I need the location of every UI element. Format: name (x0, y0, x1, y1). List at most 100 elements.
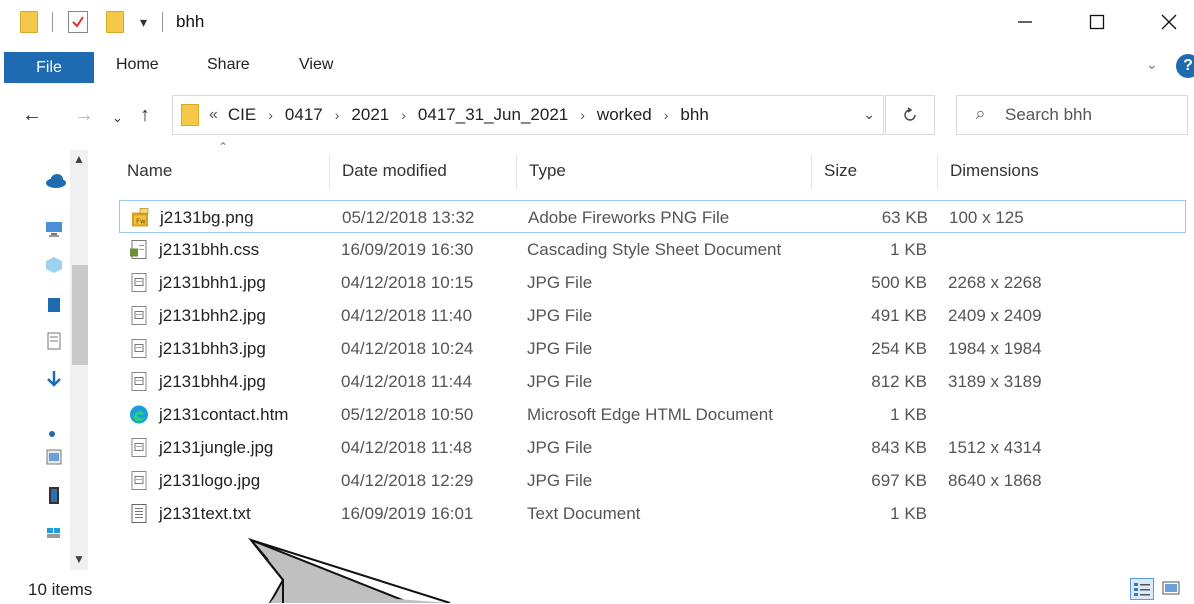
ribbon (0, 48, 1194, 84)
file-dimensions: 2268 x 2268 (948, 272, 1042, 292)
scroll-up-icon[interactable]: ▲ (73, 152, 85, 166)
file-row[interactable]: j2131bhh2.jpg 04/12/2018 11:40 JPG File 491… (119, 299, 1186, 332)
breadcrumb-0417-31-jun-2021[interactable]: 0417_31_Jun_2021 (418, 105, 568, 125)
file-dimensions: 2409 x 2409 (948, 305, 1042, 325)
videos-icon[interactable] (45, 486, 63, 504)
search-box[interactable]: Search bhh (956, 95, 1188, 135)
file-row[interactable]: j2131bhh4.jpg 04/12/2018 11:44 JPG File 812… (119, 365, 1186, 398)
file-date-modified: 16/09/2019 16:30 (341, 239, 474, 259)
breadcrumb-overflow[interactable]: « (209, 106, 218, 124)
column-header-row: Name Date modified Type Size Dimensions (115, 150, 1194, 192)
details-view-icon (1134, 583, 1150, 596)
nav-scrollbar-thumb[interactable] (72, 265, 88, 365)
back-button[interactable]: ← (22, 104, 42, 127)
breadcrumb-separator[interactable]: › (664, 107, 669, 123)
svg-text:Fw: Fw (136, 218, 146, 226)
file-dimensions: 1512 x 4314 (948, 437, 1042, 457)
local-disk-icon[interactable] (45, 522, 63, 540)
file-name[interactable]: j2131contact.htm (159, 398, 335, 431)
file-row[interactable]: j2131jungle.jpg 04/12/2018 11:48 JPG File 8… (119, 431, 1186, 464)
file-type: JPG File (527, 272, 593, 292)
address-history-chevron-icon[interactable]: ⌄ (863, 106, 875, 123)
large-icons-view-button[interactable] (1160, 578, 1184, 600)
breadcrumb-separator[interactable]: › (580, 107, 585, 123)
column-header-size[interactable]: Size (812, 150, 937, 192)
column-header-type[interactable]: Type (517, 150, 811, 192)
file-type: JPG File (527, 338, 593, 358)
file-row[interactable]: j2131logo.jpg 04/12/2018 12:29 JPG File 697… (119, 464, 1186, 497)
details-view-button[interactable] (1130, 578, 1154, 600)
expand-ribbon-icon[interactable]: ⌄ (1146, 56, 1158, 73)
forward-button[interactable]: → (74, 104, 94, 127)
properties-icon[interactable] (68, 11, 88, 33)
this-pc-icon[interactable] (45, 220, 63, 238)
file-type: JPG File (527, 371, 593, 391)
edge-html-icon (130, 405, 148, 424)
help-icon[interactable]: ? (1176, 54, 1194, 78)
file-row[interactable]: j2131bhh.css 16/09/2019 16:30 Cascading St… (119, 233, 1186, 266)
maximize-button[interactable] (1062, 0, 1132, 44)
file-row[interactable]: j2131bhh3.jpg 04/12/2018 10:24 JPG File 254… (119, 332, 1186, 365)
tab-share[interactable]: Share (207, 56, 250, 74)
text-file-icon (131, 504, 147, 523)
breadcrumb-worked[interactable]: worked (597, 105, 652, 125)
breadcrumb-2021[interactable]: 2021 (351, 105, 389, 125)
column-header-date-modified[interactable]: Date modified (330, 150, 516, 192)
file-name[interactable]: j2131bhh1.jpg (159, 266, 335, 299)
large-icons-view-icon (1162, 581, 1180, 595)
minimize-icon (1018, 21, 1032, 23)
recent-locations-button[interactable]: ⌄ (112, 110, 123, 126)
downloads-icon[interactable] (45, 370, 63, 388)
file-dimensions (948, 233, 1148, 266)
minimize-button[interactable] (990, 0, 1060, 44)
file-name[interactable]: j2131bhh4.jpg (159, 365, 335, 398)
breadcrumb-bhh[interactable]: bhh (680, 105, 708, 125)
file-row[interactable]: j2131contact.htm 05/12/2018 10:50 Microsof… (119, 398, 1186, 431)
tab-view[interactable]: View (299, 56, 333, 74)
file-name[interactable]: j2131bhh3.jpg (159, 332, 335, 365)
folder-icon (20, 11, 38, 33)
file-name[interactable]: j2131bhh.css (159, 233, 335, 266)
file-name[interactable]: j2131bg.png (160, 201, 336, 234)
breadcrumb-separator[interactable]: › (335, 107, 340, 123)
file-date-modified: 16/09/2019 16:01 (341, 503, 474, 523)
file-name[interactable]: j2131logo.jpg (159, 464, 335, 497)
file-size: 812 KB (871, 371, 927, 391)
address-bar[interactable]: « CIE › 0417 › 2021 › 0417_31_Jun_2021 ›… (172, 95, 884, 135)
new-folder-icon[interactable] (106, 11, 124, 33)
documents-icon[interactable] (45, 332, 63, 350)
close-button[interactable] (1134, 0, 1194, 44)
file-dimensions (948, 497, 1148, 530)
breadcrumb-0417[interactable]: 0417 (285, 105, 323, 125)
file-row[interactable]: Fw j2131bg.png 05/12/2018 13:32 Adobe Firew… (119, 200, 1186, 233)
title-bar: ▾ bhh (0, 0, 1194, 44)
file-name[interactable]: j2131text.txt (159, 497, 335, 530)
file-row[interactable]: j2131text.txt 16/09/2019 16:01 Text Docume… (119, 497, 1186, 530)
file-dimensions: 8640 x 1868 (948, 470, 1042, 490)
onedrive-icon[interactable] (45, 172, 67, 190)
column-header-name[interactable]: Name (115, 150, 329, 192)
tab-file[interactable]: File (4, 52, 94, 83)
file-type: JPG File (527, 305, 593, 325)
breadcrumb-separator[interactable]: › (401, 107, 406, 123)
3d-objects-icon[interactable] (45, 256, 63, 274)
customize-quick-access-icon[interactable]: ▾ (140, 14, 147, 31)
breadcrumb-separator[interactable]: › (268, 107, 273, 123)
file-name[interactable]: j2131bhh2.jpg (159, 299, 335, 332)
up-button[interactable]: ↑ (140, 104, 150, 127)
file-name[interactable]: j2131jungle.jpg (159, 431, 335, 464)
pictures-icon[interactable] (45, 448, 63, 466)
music-icon[interactable] (45, 420, 63, 438)
file-date-modified: 04/12/2018 11:40 (341, 305, 473, 325)
refresh-button[interactable] (885, 95, 935, 135)
column-header-dimensions[interactable]: Dimensions (938, 150, 1188, 192)
breadcrumb-cie[interactable]: CIE (228, 105, 256, 125)
window-title: bhh (176, 12, 205, 31)
fireworks-png-icon: Fw (132, 208, 149, 227)
file-type: Cascading Style Sheet Document (527, 239, 782, 259)
tab-home[interactable]: Home (116, 56, 159, 74)
scroll-down-icon[interactable]: ▼ (73, 552, 85, 566)
file-date-modified: 04/12/2018 10:24 (341, 338, 474, 358)
desktop-icon[interactable] (45, 296, 63, 314)
file-row[interactable]: j2131bhh1.jpg 04/12/2018 10:15 JPG File 500… (119, 266, 1186, 299)
